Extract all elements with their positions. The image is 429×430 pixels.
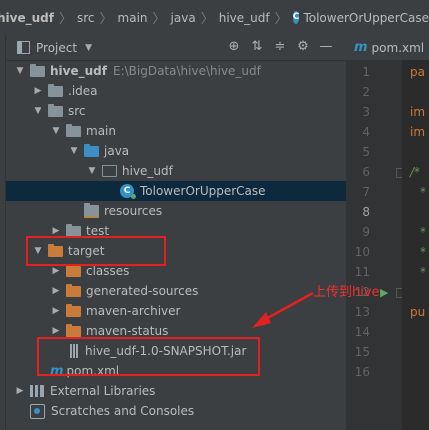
annotation-arrow-icon: [252, 291, 314, 328]
